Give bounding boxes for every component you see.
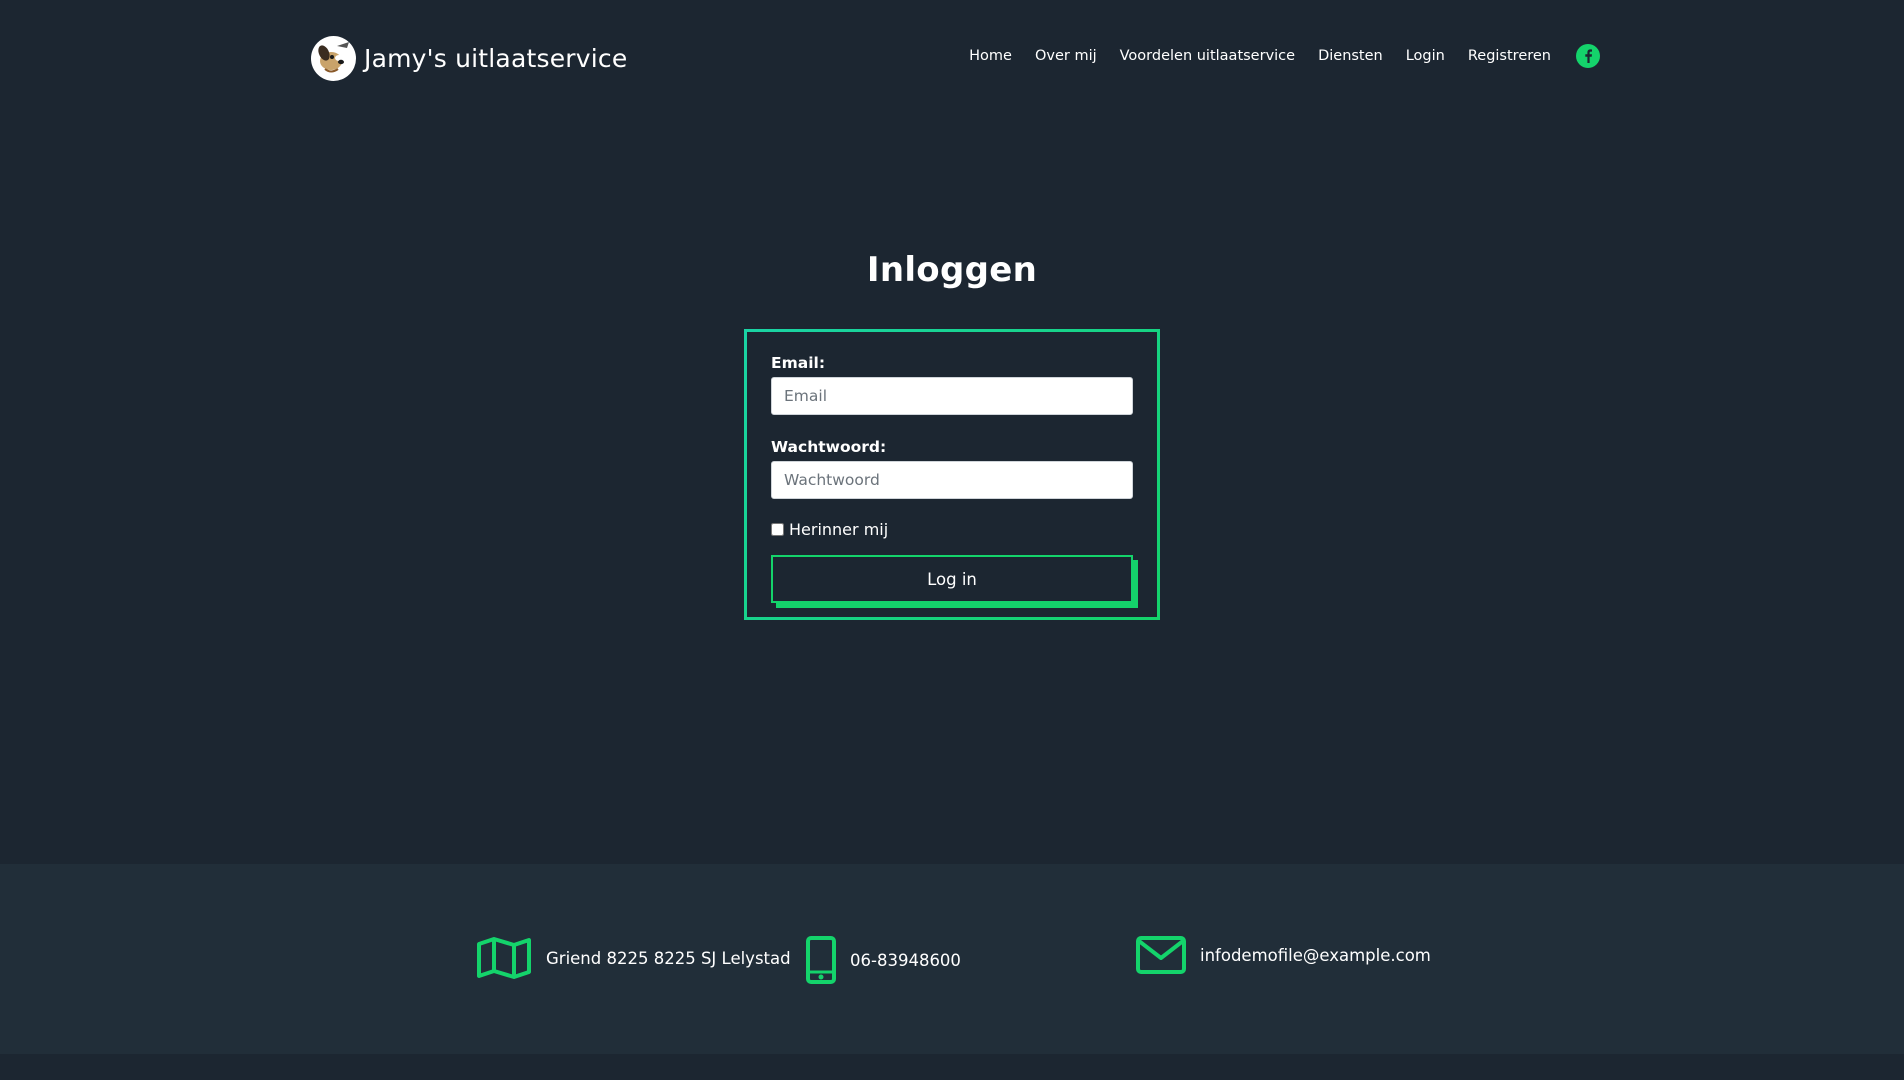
nav-diensten[interactable]: Diensten [1318, 48, 1383, 64]
footer-bottom-bar [0, 1054, 1904, 1080]
phone-icon [806, 936, 836, 984]
password-group: Wachtwoord: [771, 438, 1133, 499]
contact-phone: 06-83948600 [806, 936, 961, 984]
nav-registreren[interactable]: Registreren [1468, 48, 1551, 64]
mail-icon [1136, 936, 1186, 974]
remember-label: Herinner mij [789, 520, 889, 539]
email-text[interactable]: infodemofile@example.com [1200, 946, 1431, 965]
phone-text: 06-83948600 [850, 950, 961, 970]
login-button[interactable]: Log in [771, 555, 1133, 603]
site-header: Jamy's uitlaatservice Home Over mij Voor… [0, 0, 1904, 116]
nav-login[interactable]: Login [1406, 48, 1445, 64]
remember-checkbox[interactable] [771, 523, 784, 536]
nav-home[interactable]: Home [969, 48, 1012, 64]
dog-logo-icon [311, 35, 356, 81]
email-group: Email: [771, 354, 1133, 415]
contact-address: Griend 8225 8225 SJ Lelystad [476, 936, 791, 980]
nav-voordelen[interactable]: Voordelen uitlaatservice [1120, 48, 1295, 64]
brand-name: Jamy's uitlaatservice [364, 43, 628, 73]
page-title: Inloggen [866, 250, 1038, 290]
password-input[interactable] [771, 461, 1133, 499]
remember-row: Herinner mij [771, 520, 1133, 539]
email-label: Email: [771, 354, 826, 372]
facebook-icon[interactable] [1576, 44, 1600, 68]
address-text: Griend 8225 8225 SJ Lelystad [546, 948, 791, 968]
password-label: Wachtwoord: [771, 438, 887, 456]
login-form: Email: Wachtwoord: Herinner mij Log in [744, 329, 1160, 620]
nav-over-mij[interactable]: Over mij [1035, 48, 1097, 64]
contact-email: infodemofile@example.com [1136, 936, 1431, 974]
map-icon [476, 936, 532, 980]
page: Jamy's uitlaatservice Home Over mij Voor… [0, 0, 1904, 1080]
main-nav: Home Over mij Voordelen uitlaatservice D… [946, 44, 1600, 68]
brand-link[interactable]: Jamy's uitlaatservice [311, 34, 627, 82]
email-input[interactable] [771, 377, 1133, 415]
